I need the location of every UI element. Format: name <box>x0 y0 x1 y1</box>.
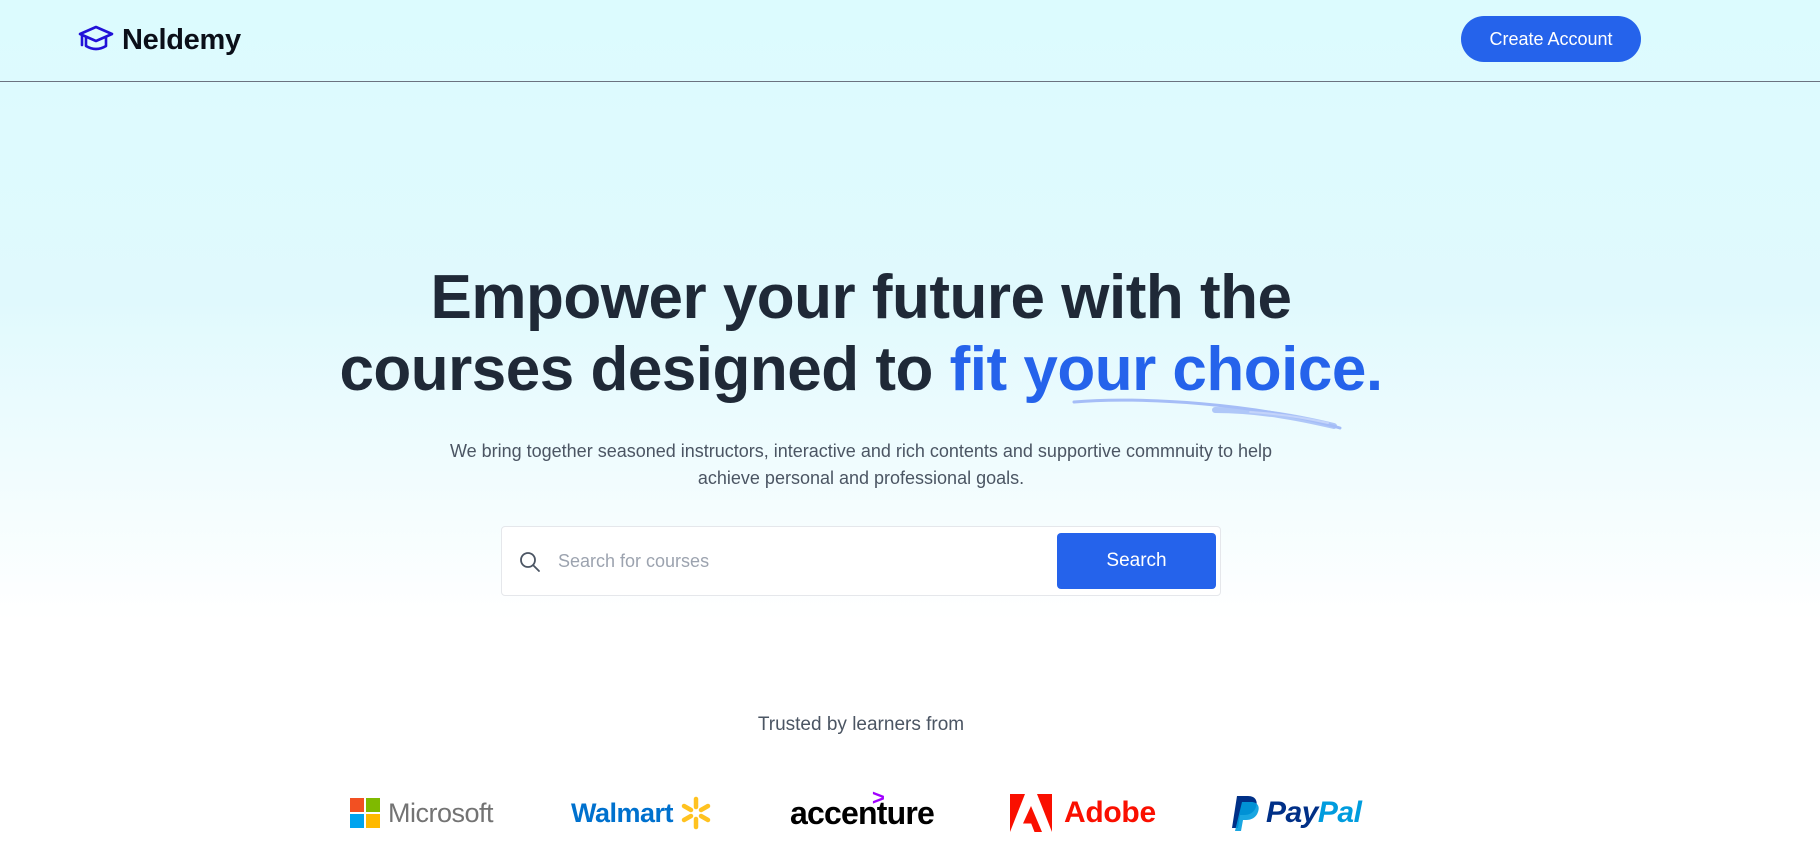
microsoft-logo: Microsoft <box>350 790 494 836</box>
paypal-p-icon <box>1232 796 1259 831</box>
walmart-logo-text: Walmart <box>571 797 674 828</box>
adobe-mark-icon <box>1010 794 1052 832</box>
hero-subtitle: We bring together seasoned instructors, … <box>449 441 1273 488</box>
brand-name: Neldemy <box>122 23 241 56</box>
adobe-logo-text: Adobe <box>1064 796 1156 829</box>
accenture-chevron-icon: > <box>872 784 885 810</box>
paypal-logo-pay: Pay <box>1266 796 1318 829</box>
course-search-bar: Search <box>501 526 1221 596</box>
hero-title-line-2: courses designed to fit your choice. <box>0 334 1722 406</box>
search-icon <box>520 552 540 572</box>
brand-logo[interactable]: Neldemy <box>78 22 241 58</box>
site-header: Neldemy Create Account <box>0 0 1820 82</box>
paypal-logo-text: PayPal <box>1266 796 1362 830</box>
accenture-logo: > accenture <box>790 785 935 836</box>
search-button[interactable]: Search <box>1057 533 1216 589</box>
walmart-logo: Walmart <box>571 790 713 836</box>
hero-title-plain: courses designed to <box>339 335 950 404</box>
paypal-logo-pal: Pal <box>1317 796 1362 829</box>
microsoft-grid-icon <box>350 798 380 828</box>
graduation-cap-icon <box>78 25 114 51</box>
microsoft-logo-text: Microsoft <box>388 797 494 828</box>
trusted-by-label: Trusted by learners from <box>757 714 965 735</box>
create-account-button[interactable]: Create Account <box>1461 16 1641 62</box>
underline-scribble-icon <box>1072 398 1342 430</box>
paypal-logo: PayPal <box>1230 790 1362 836</box>
adobe-logo: Adobe <box>1010 790 1156 836</box>
hero-title: Empower your future with the courses des… <box>0 262 1722 406</box>
hero-title-line-1: Empower your future with the <box>430 263 1292 332</box>
accenture-logo-text: accenture <box>790 794 935 831</box>
walmart-spark-icon <box>681 796 711 830</box>
partner-logos: Microsoft Walmart > accenture Adobe PayP… <box>0 785 1722 836</box>
search-input[interactable] <box>558 541 1018 581</box>
